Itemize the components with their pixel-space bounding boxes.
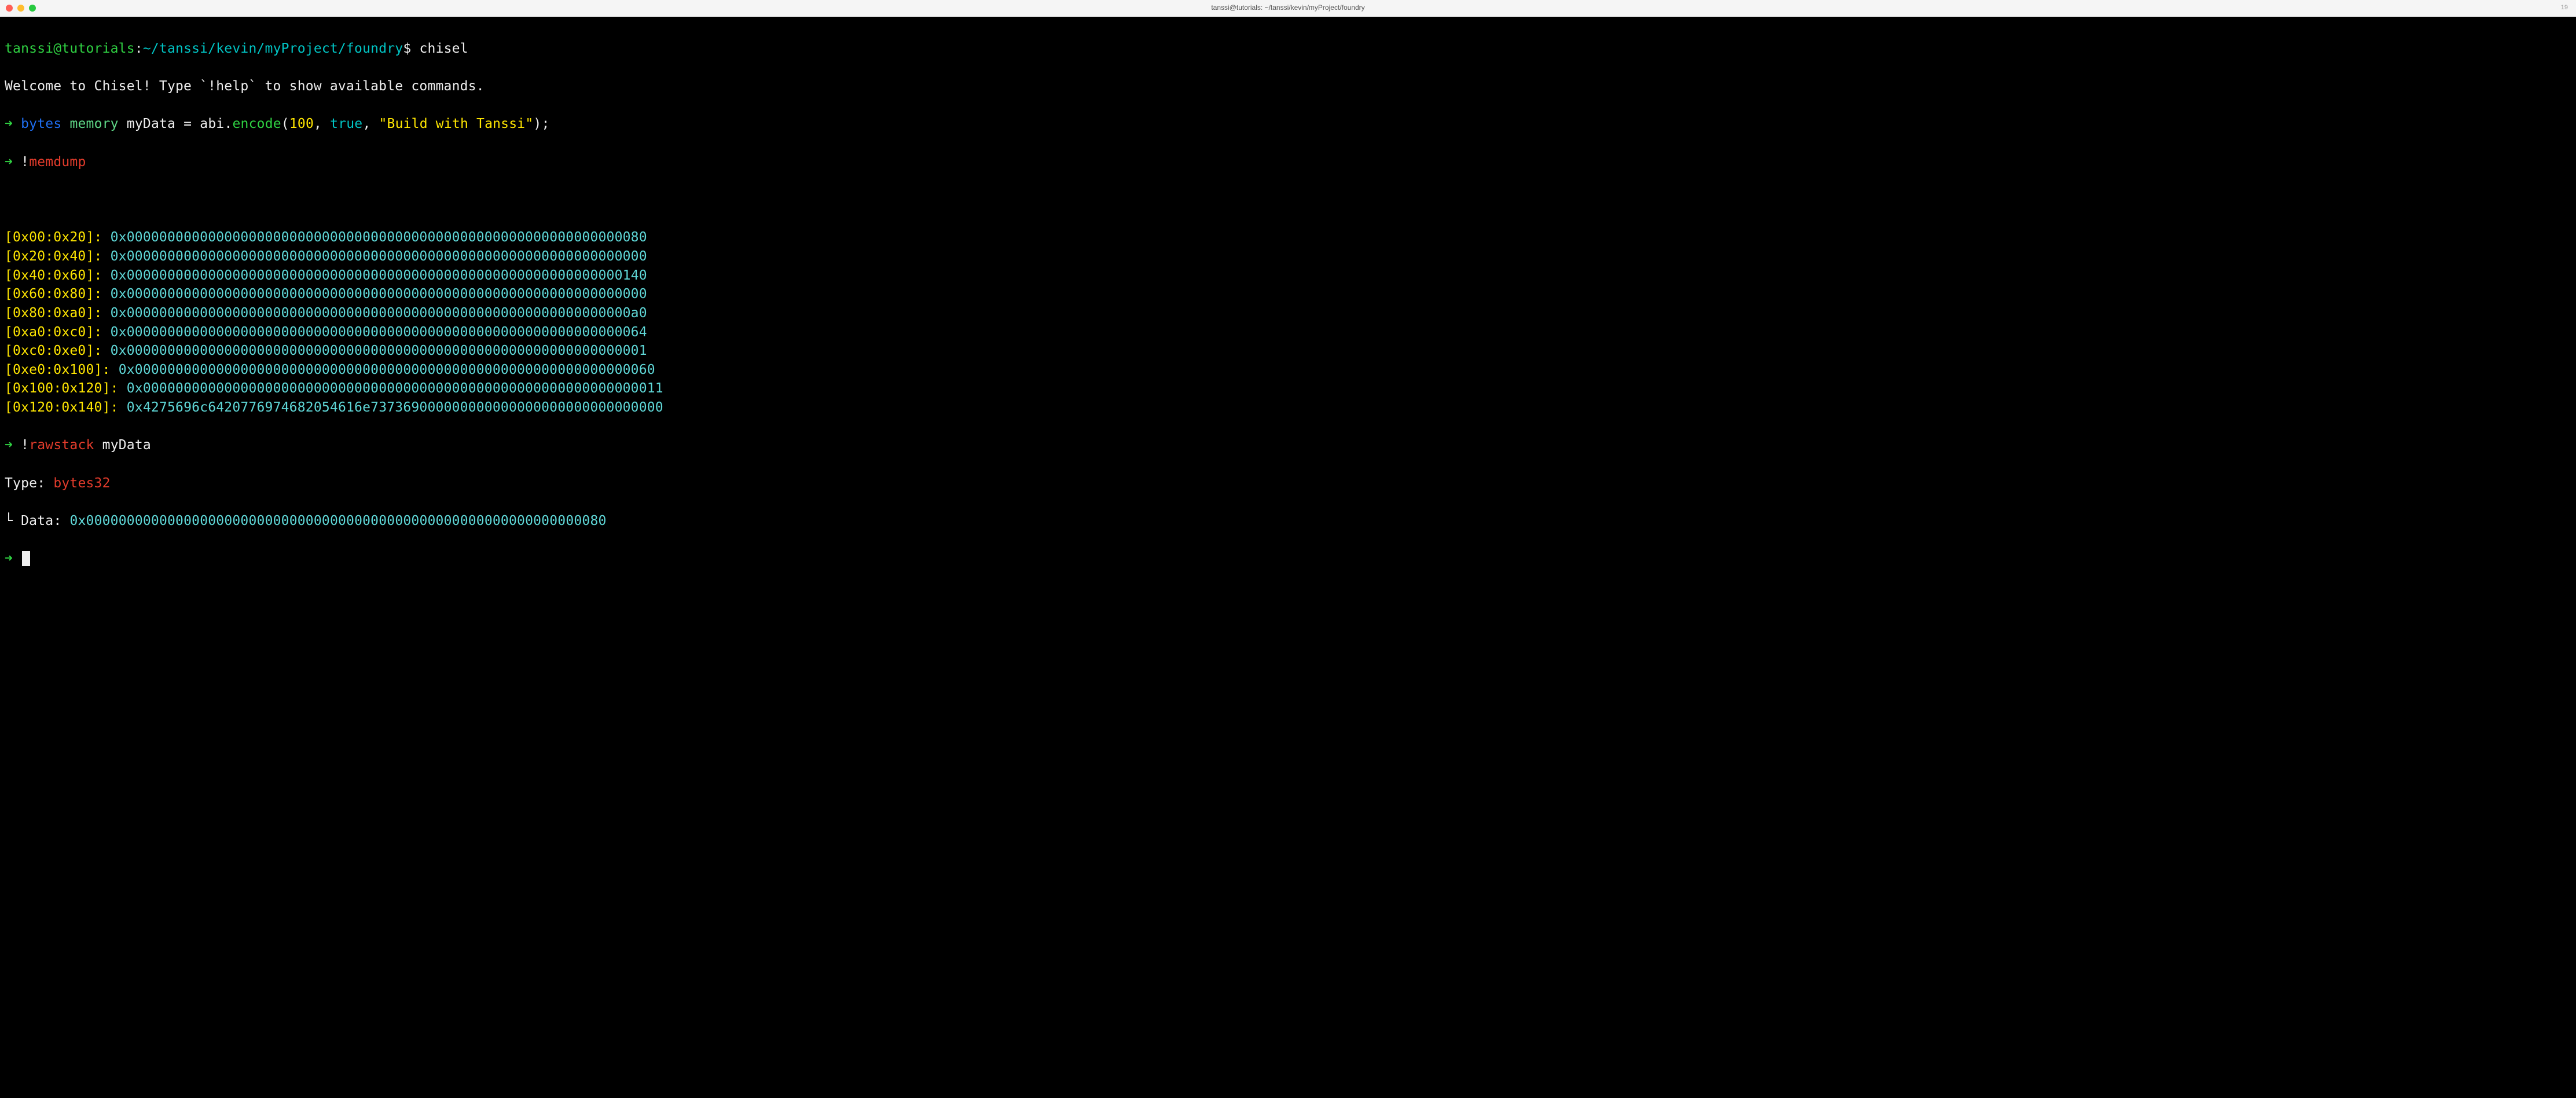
data-label: Data: [21, 513, 61, 528]
arrow-icon: ➜ [5, 155, 13, 170]
memory-row: [0x40:0x60]: 0x0000000000000000000000000… [5, 266, 2571, 285]
arrow-icon: ➜ [5, 116, 13, 131]
memory-value: 0x00000000000000000000000000000000000000… [111, 287, 647, 302]
type-value: bytes32 [53, 476, 110, 491]
var-myData: myData [127, 116, 175, 131]
close-icon[interactable] [6, 5, 13, 12]
prompt-userhost: tanssi@tutorials [5, 41, 135, 56]
memory-range: [0x00:0x20]: [5, 230, 102, 245]
encode: encode [233, 116, 281, 131]
memory-row: [0x100:0x120]: 0x00000000000000000000000… [5, 379, 2571, 398]
comma2: , [362, 116, 370, 131]
memory-row: [0x00:0x20]: 0x0000000000000000000000000… [5, 228, 2571, 247]
type-line: Type: bytes32 [5, 474, 2571, 493]
rawstack-line: ➜ !rawstack myData [5, 436, 2571, 455]
data-value: 0x00000000000000000000000000000000000000… [69, 513, 606, 528]
prompt-cwd: ~/tanssi/kevin/myProject/foundry [143, 41, 403, 56]
minimize-icon[interactable] [17, 5, 24, 12]
close-paren: ) [533, 116, 541, 131]
memory-range: [0x40:0x60]: [5, 268, 102, 283]
window-title: tanssi@tutorials: ~/tanssi/kevin/myProje… [0, 3, 2576, 13]
arg3: "Build with Tanssi" [379, 116, 533, 131]
memory-value: 0x00000000000000000000000000000000000000… [111, 343, 647, 358]
rawstack-cmd: rawstack [29, 438, 94, 453]
window-controls[interactable] [6, 5, 36, 12]
kw-memory: memory [69, 116, 118, 131]
bytes-decl-line: ➜ bytes memory myData = abi.encode(100, … [5, 115, 2571, 134]
shell-prompt-line: tanssi@tutorials:~/tanssi/kevin/myProjec… [5, 39, 2571, 58]
memory-range: [0x120:0x140]: [5, 400, 119, 415]
memory-value: 0x4275696c6420776974682054616e7373690000… [127, 400, 663, 415]
arrow-icon: ➜ [5, 551, 13, 566]
memdump-line: ➜ !memdump [5, 153, 2571, 172]
memory-row: [0xa0:0xc0]: 0x0000000000000000000000000… [5, 323, 2571, 342]
memory-value: 0x00000000000000000000000000000000000000… [119, 362, 655, 377]
eq: = [184, 116, 192, 131]
window-badge: 19 [2561, 3, 2570, 13]
memory-row: [0x60:0x80]: 0x0000000000000000000000000… [5, 285, 2571, 304]
abi: abi [200, 116, 224, 131]
memory-value: 0x00000000000000000000000000000000000000… [111, 249, 647, 264]
memory-value: 0x00000000000000000000000000000000000000… [111, 306, 647, 321]
welcome-line: Welcome to Chisel! Type `!help` to show … [5, 77, 2571, 96]
kw-bytes: bytes [21, 116, 61, 131]
memory-value: 0x00000000000000000000000000000000000000… [111, 230, 647, 245]
terminal-body[interactable]: tanssi@tutorials:~/tanssi/kevin/myProjec… [0, 17, 2576, 599]
memory-row: [0x120:0x140]: 0x4275696c642077697468205… [5, 398, 2571, 417]
memory-range: [0xa0:0xc0]: [5, 325, 102, 340]
memory-row: [0xc0:0xe0]: 0x0000000000000000000000000… [5, 341, 2571, 361]
memory-dump-block: [0x00:0x20]: 0x0000000000000000000000000… [5, 228, 2571, 417]
open-paren: ( [281, 116, 289, 131]
fullscreen-icon[interactable] [29, 5, 36, 12]
arg2: true [330, 116, 362, 131]
prompt-dollar: $ [403, 41, 411, 56]
memory-range: [0x20:0x40]: [5, 249, 102, 264]
memory-value: 0x00000000000000000000000000000000000000… [127, 381, 663, 396]
memory-row: [0x80:0xa0]: 0x0000000000000000000000000… [5, 304, 2571, 323]
prompt-sep: : [135, 41, 143, 56]
memory-range: [0xe0:0x100]: [5, 362, 111, 377]
dot: . [224, 116, 232, 131]
titlebar: tanssi@tutorials: ~/tanssi/kevin/myProje… [0, 0, 2576, 17]
corner-icon: └ [5, 513, 13, 528]
memory-row: [0x20:0x40]: 0x0000000000000000000000000… [5, 247, 2571, 266]
memdump-cmd: memdump [29, 155, 86, 170]
comma1: , [314, 116, 322, 131]
next-prompt-line[interactable]: ➜ [5, 549, 2571, 568]
blank-line [5, 190, 2571, 210]
memdump-bang: ! [21, 155, 29, 170]
cursor-block [22, 551, 30, 566]
prompt-command: chisel [419, 41, 468, 56]
memory-range: [0x100:0x120]: [5, 381, 119, 396]
data-line: └ Data: 0x000000000000000000000000000000… [5, 512, 2571, 531]
arg1: 100 [289, 116, 314, 131]
memory-row: [0xe0:0x100]: 0x000000000000000000000000… [5, 361, 2571, 380]
memory-value: 0x00000000000000000000000000000000000000… [111, 268, 647, 283]
memory-range: [0x60:0x80]: [5, 287, 102, 302]
type-label: Type: [5, 476, 45, 491]
arrow-icon: ➜ [5, 438, 13, 453]
memory-range: [0xc0:0xe0]: [5, 343, 102, 358]
semicolon: ; [541, 116, 549, 131]
rawstack-arg: myData [102, 438, 151, 453]
memory-range: [0x80:0xa0]: [5, 306, 102, 321]
rawstack-bang: ! [21, 438, 29, 453]
memory-value: 0x00000000000000000000000000000000000000… [111, 325, 647, 340]
